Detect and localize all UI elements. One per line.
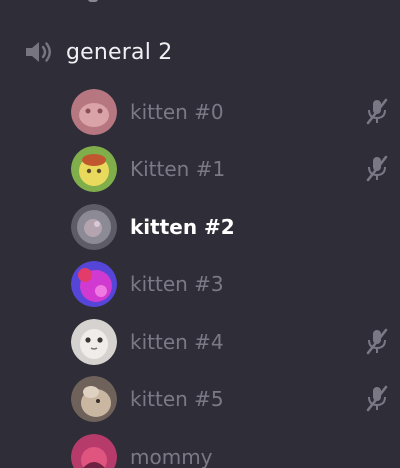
member-name: kitten #5	[130, 387, 224, 412]
member-name: mommy	[130, 444, 213, 468]
mic-muted-icon	[364, 327, 390, 357]
member-name: kitten #2	[130, 214, 235, 239]
member-kitten-1[interactable]: Kitten #1	[0, 141, 400, 199]
avatar[interactable]	[71, 203, 117, 250]
voice-channel-general-2[interactable]: general 2	[20, 34, 172, 70]
avatar[interactable]	[71, 88, 117, 135]
mic-muted-icon	[364, 97, 390, 127]
channel-name: general 2	[66, 39, 173, 65]
member-kitten-5[interactable]: kitten #5	[0, 371, 400, 429]
avatar[interactable]	[71, 376, 117, 423]
member-name: kitten #0	[130, 99, 224, 124]
member-kitten-0[interactable]: kitten #0	[0, 83, 400, 141]
voice-channel-panel: general 2 kitten #0 Kitten #1 kitten #2 …	[0, 0, 400, 468]
member-mommy[interactable]: mommy	[0, 428, 400, 468]
speaker-icon	[20, 34, 56, 70]
member-kitten-3[interactable]: kitten #3	[0, 256, 400, 314]
mic-muted-icon	[364, 154, 390, 184]
scroll-fragment	[88, 0, 98, 2]
avatar[interactable]	[71, 318, 117, 365]
avatar[interactable]	[71, 261, 117, 308]
mic-muted-icon	[364, 384, 390, 414]
member-kitten-2[interactable]: kitten #2	[0, 198, 400, 256]
member-name: kitten #3	[130, 272, 224, 297]
member-name: Kitten #1	[130, 157, 226, 182]
voice-member-list: kitten #0 Kitten #1 kitten #2 kitten #3 …	[0, 83, 400, 468]
member-kitten-4[interactable]: kitten #4	[0, 313, 400, 371]
member-name: kitten #4	[130, 329, 224, 354]
avatar[interactable]	[71, 146, 117, 193]
avatar[interactable]	[71, 433, 117, 468]
